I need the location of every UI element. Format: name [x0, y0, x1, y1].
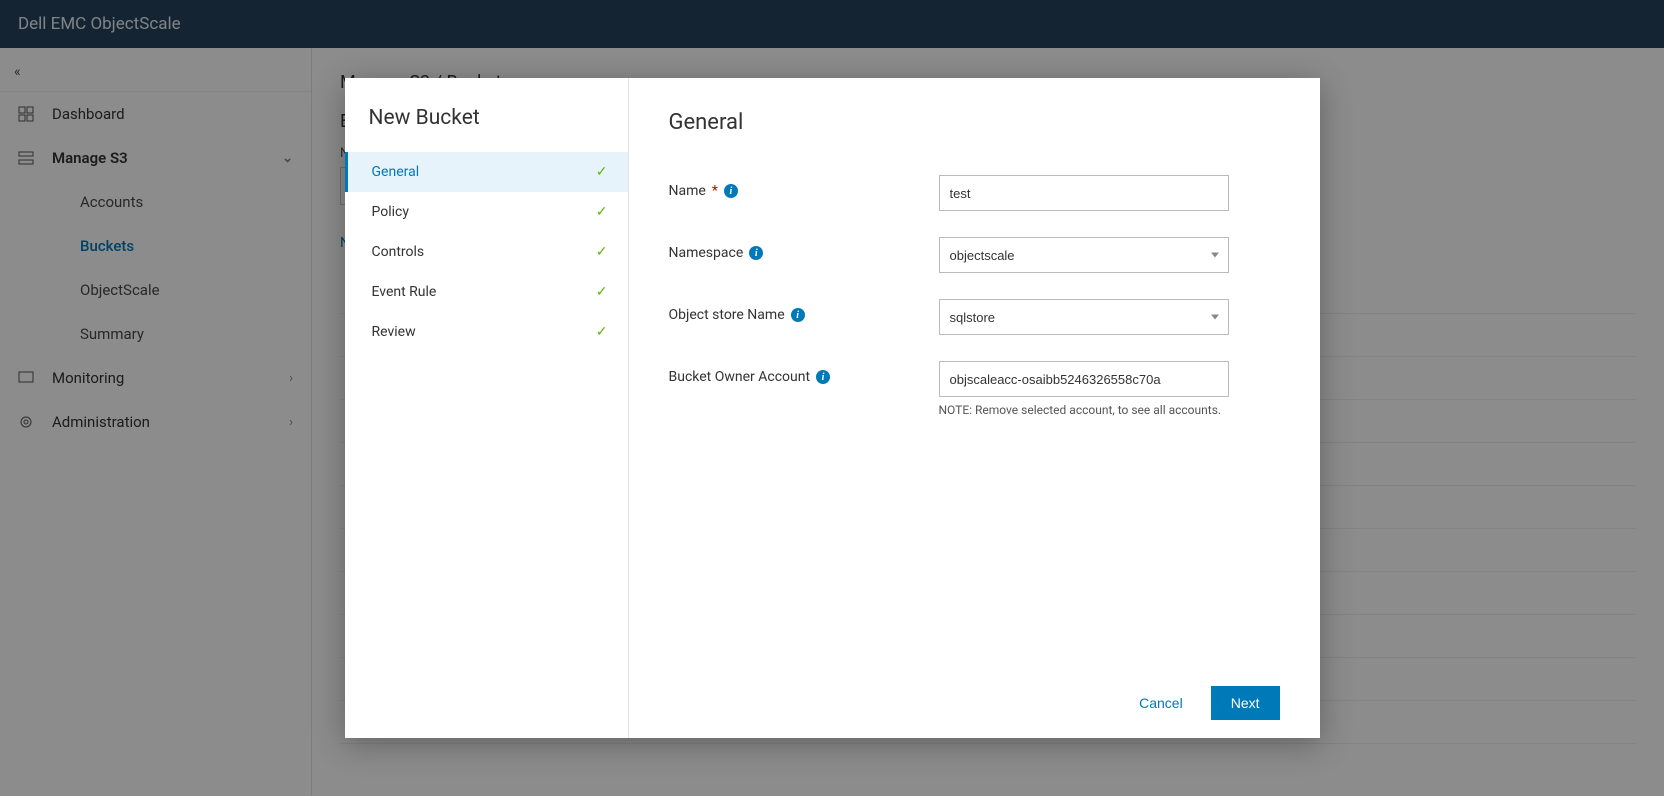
field-namespace: Namespace i: [669, 237, 1280, 273]
info-icon[interactable]: i: [724, 184, 738, 198]
wizard-step-label: Policy: [372, 204, 410, 220]
form-section-title: General: [669, 110, 1280, 135]
info-icon[interactable]: i: [816, 370, 830, 384]
check-icon: ✓: [596, 204, 608, 220]
field-name: Name * i: [669, 175, 1280, 211]
field-bucket-owner: Bucket Owner Account i NOTE: Remove sele…: [669, 361, 1280, 417]
wizard-step-label: Review: [372, 324, 416, 340]
check-icon: ✓: [596, 324, 608, 340]
info-icon[interactable]: i: [791, 308, 805, 322]
object-store-select[interactable]: [939, 299, 1229, 335]
new-bucket-modal: New Bucket General✓Policy✓Controls✓Event…: [345, 78, 1320, 738]
next-button[interactable]: Next: [1211, 686, 1280, 720]
wizard-steps: New Bucket General✓Policy✓Controls✓Event…: [345, 78, 629, 738]
modal-title: New Bucket: [345, 106, 628, 130]
cancel-button[interactable]: Cancel: [1127, 687, 1195, 719]
wizard-step-general[interactable]: General ✓: [345, 152, 628, 192]
info-icon[interactable]: i: [749, 246, 763, 260]
check-icon: ✓: [596, 164, 608, 180]
bucket-owner-input[interactable]: [939, 361, 1229, 397]
field-label-text: Object store Name: [669, 307, 785, 323]
check-icon: ✓: [596, 284, 608, 300]
owner-helper-text: NOTE: Remove selected account, to see al…: [939, 403, 1229, 417]
namespace-select[interactable]: [939, 237, 1229, 273]
modal-overlay: New Bucket General✓Policy✓Controls✓Event…: [0, 0, 1664, 796]
wizard-step-event-rule[interactable]: Event Rule ✓: [345, 272, 628, 312]
required-indicator: *: [712, 183, 718, 199]
wizard-step-label: Event Rule: [372, 284, 437, 300]
field-object-store: Object store Name i: [669, 299, 1280, 335]
wizard-step-policy[interactable]: Policy ✓: [345, 192, 628, 232]
wizard-step-label: Controls: [372, 244, 425, 260]
wizard-step-review[interactable]: Review ✓: [345, 312, 628, 352]
bucket-name-input[interactable]: [939, 175, 1229, 211]
check-icon: ✓: [596, 244, 608, 260]
field-label-text: Namespace: [669, 245, 744, 261]
modal-footer: Cancel Next: [669, 672, 1280, 738]
field-label-text: Name: [669, 183, 706, 199]
field-label-text: Bucket Owner Account: [669, 369, 811, 385]
wizard-step-controls[interactable]: Controls ✓: [345, 232, 628, 272]
modal-form: General Name * i Namespace i: [629, 78, 1320, 738]
wizard-step-label: General: [372, 164, 420, 180]
